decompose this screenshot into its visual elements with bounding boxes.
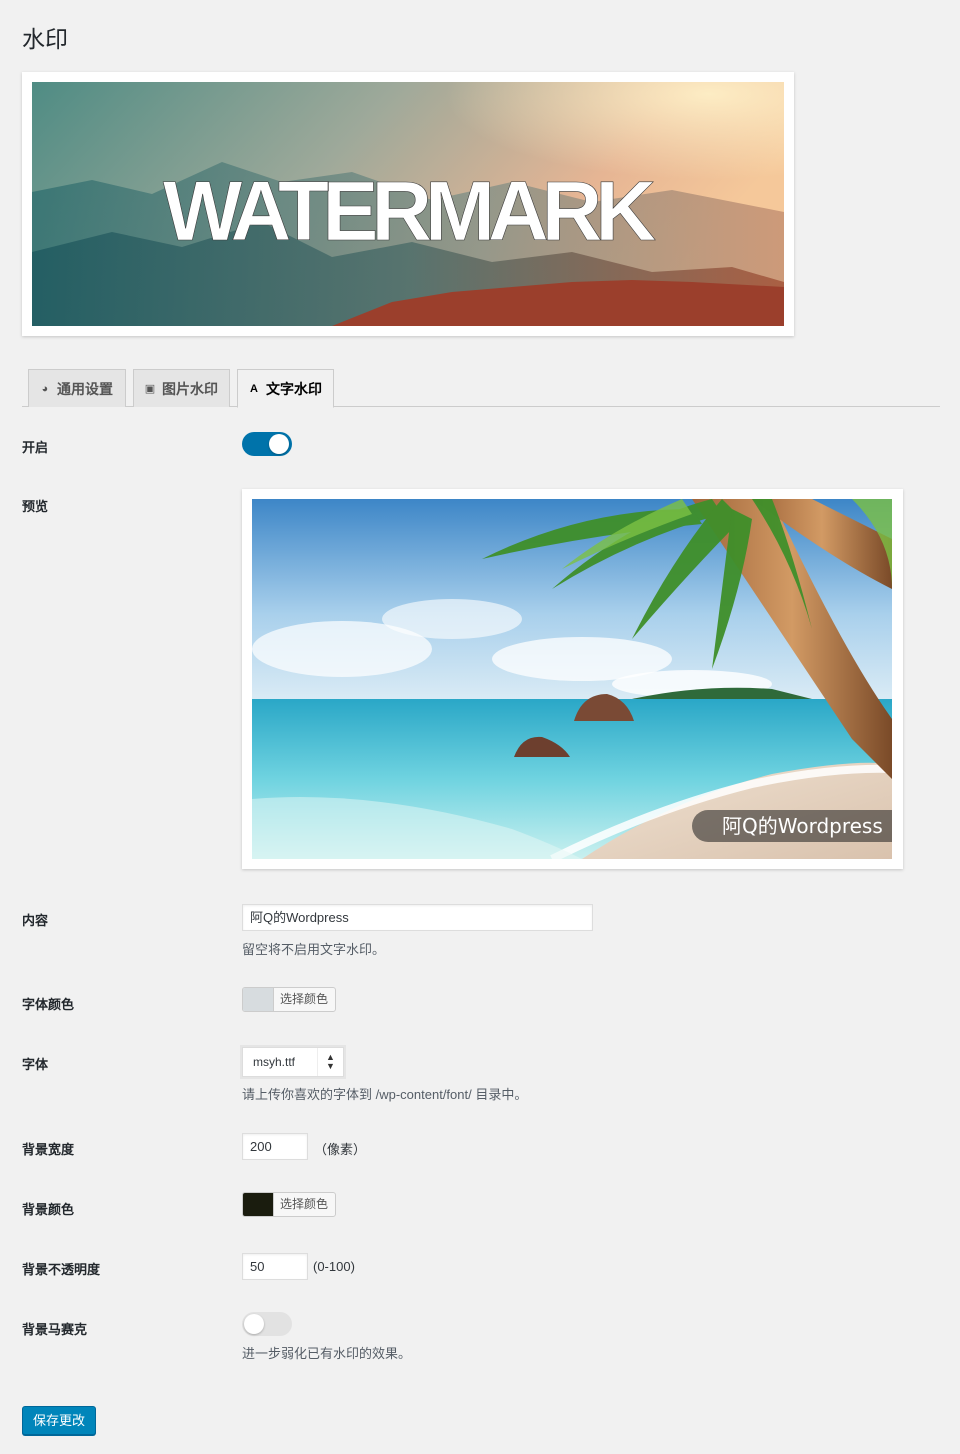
bg-opacity-unit: (0-100) [313, 1259, 355, 1274]
save-button[interactable]: 保存更改 [22, 1406, 96, 1435]
text-icon: A [250, 382, 258, 395]
bg-opacity-input[interactable]: 50 [242, 1253, 308, 1280]
content-description: 留空将不启用文字水印。 [242, 942, 386, 957]
bg-width-unit: （像素） [314, 1142, 367, 1157]
font-select[interactable]: msyh.ttf ▲ ▼ [242, 1047, 344, 1077]
beach-image [252, 499, 892, 859]
bg-mosaic-description: 进一步弱化已有水印的效果。 [242, 1346, 412, 1361]
enable-toggle[interactable] [242, 432, 292, 456]
preview-image: 阿Q的Wordpress [252, 499, 892, 859]
content-input[interactable]: 阿Q的Wordpress [242, 904, 593, 931]
font-color-label: 字体颜色 [22, 997, 75, 1012]
bg-width-label: 背景宽度 [22, 1142, 75, 1157]
tab-general[interactable]: ◕ 通用设置 [28, 369, 126, 407]
bg-color-button-label: 选择颜色 [280, 1197, 329, 1211]
tab-text-watermark-label: 文字水印 [266, 380, 322, 397]
bg-mosaic-toggle[interactable] [242, 1312, 292, 1336]
banner-image: WATERMARK [32, 82, 784, 326]
bg-color-swatch [243, 1193, 274, 1216]
content-label: 内容 [22, 913, 49, 928]
font-label: 字体 [22, 1057, 49, 1072]
bg-opacity-label: 背景不透明度 [22, 1262, 101, 1277]
select-arrows-icon: ▲ ▼ [317, 1048, 343, 1076]
dashboard-icon: ◕ [41, 382, 49, 395]
font-color-picker-button[interactable]: 选择颜色 [242, 987, 337, 1012]
font-select-value: msyh.ttf [253, 1055, 296, 1069]
toggle-knob [269, 434, 289, 454]
enable-label: 开启 [22, 440, 49, 455]
bg-mosaic-label: 背景马赛克 [22, 1322, 88, 1337]
settings-tabs: ◕ 通用设置 ▣ 图片水印 A 文字水印 [22, 368, 940, 408]
tab-general-label: 通用设置 [57, 380, 113, 397]
watermark-overlay: 阿Q的Wordpress [692, 810, 892, 842]
page-title: 水印 [22, 26, 68, 52]
tab-image-watermark-label: 图片水印 [162, 380, 218, 397]
tab-image-watermark[interactable]: ▣ 图片水印 [133, 369, 230, 407]
banner-title: WATERMARK [163, 164, 655, 258]
font-color-swatch [243, 988, 274, 1011]
tab-text-watermark[interactable]: A 文字水印 [237, 369, 334, 408]
bg-color-picker-button[interactable]: 选择颜色 [242, 1192, 337, 1217]
preview-label: 预览 [22, 499, 49, 514]
bg-color-label: 背景颜色 [22, 1202, 75, 1217]
toggle-knob [244, 1314, 264, 1334]
bg-width-input[interactable]: 200 [242, 1133, 308, 1160]
font-color-button-label: 选择颜色 [280, 992, 329, 1006]
font-description: 请上传你喜欢的字体到 /wp-content/font/ 目录中。 [242, 1087, 528, 1102]
watermark-banner: WATERMARK [22, 72, 794, 336]
preview-frame: 阿Q的Wordpress [242, 489, 903, 869]
image-icon: ▣ [144, 383, 156, 395]
